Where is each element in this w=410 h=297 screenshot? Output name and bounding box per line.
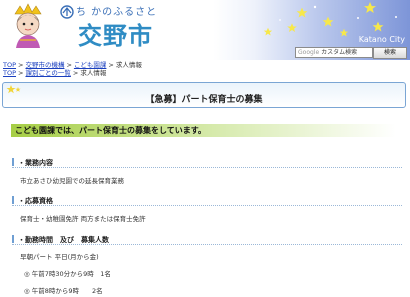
city-name-english: Katano City	[358, 35, 405, 44]
breadcrumb-current: 求人情報	[115, 61, 142, 69]
search-placeholder: カスタム検索	[321, 49, 358, 56]
breadcrumb-link-organization[interactable]: 交野市の機構	[25, 61, 64, 69]
section-marker	[12, 196, 14, 204]
section-body-line: ◎ 午前7時30分から9時 1名	[24, 270, 111, 278]
search-input[interactable]: Google カスタム検索	[295, 47, 373, 58]
section-heading-text: ・業務内容	[18, 159, 53, 167]
page-title-box: 【急募】パート保育士の募集	[2, 82, 406, 108]
breadcrumb: TOP > 交野市の機構 > こども園課 > 求人情報	[3, 61, 142, 69]
section-body-line: ◎ 午前8時から9時 2名	[24, 287, 103, 295]
breadcrumb-link-kodomoen[interactable]: こども園課	[74, 61, 107, 69]
section-body-line: 保育士・幼稚園免許 両方または保育士免許	[20, 215, 146, 223]
breadcrumb-current: 求人情報	[80, 69, 107, 77]
section-heading-text: ・応募資格	[18, 197, 53, 205]
breadcrumb-separator: >	[66, 61, 72, 69]
section-marker	[12, 235, 14, 243]
section-body-line: 市立あさひ幼児園での延長保育業務	[20, 177, 124, 185]
search-brand-label: Google	[298, 49, 320, 56]
breadcrumb-link-top[interactable]: TOP	[3, 69, 16, 77]
search-button[interactable]: 検索	[373, 47, 407, 59]
breadcrumb-separator: >	[108, 61, 114, 69]
breadcrumb-link-top[interactable]: TOP	[3, 61, 16, 69]
breadcrumb-separator: >	[72, 69, 79, 77]
section-body-line: 早朝パート 平日(月から金)	[20, 253, 99, 261]
section-heading-qualifications: ・応募資格	[12, 195, 402, 206]
page-title: 【急募】パート保育士の募集	[145, 95, 263, 105]
section-marker	[12, 158, 14, 166]
city-emblem-icon	[60, 5, 74, 19]
mascot-logo-icon[interactable]	[6, 2, 50, 48]
section-heading-hours: ・勤務時間 及び 募集人数	[12, 234, 402, 245]
section-heading-duties: ・業務内容	[12, 157, 402, 168]
section-heading-text: ・勤務時間 及び 募集人数	[18, 236, 109, 244]
lead-banner: こども園課では、パート保育士の募集をしています。	[11, 124, 396, 137]
city-name-logo[interactable]: 交野市	[78, 16, 153, 51]
breadcrumb: TOP > 課別ごとの一覧 > 求人情報	[3, 69, 106, 77]
breadcrumb-link-departments[interactable]: 課別ごとの一覧	[25, 69, 70, 77]
